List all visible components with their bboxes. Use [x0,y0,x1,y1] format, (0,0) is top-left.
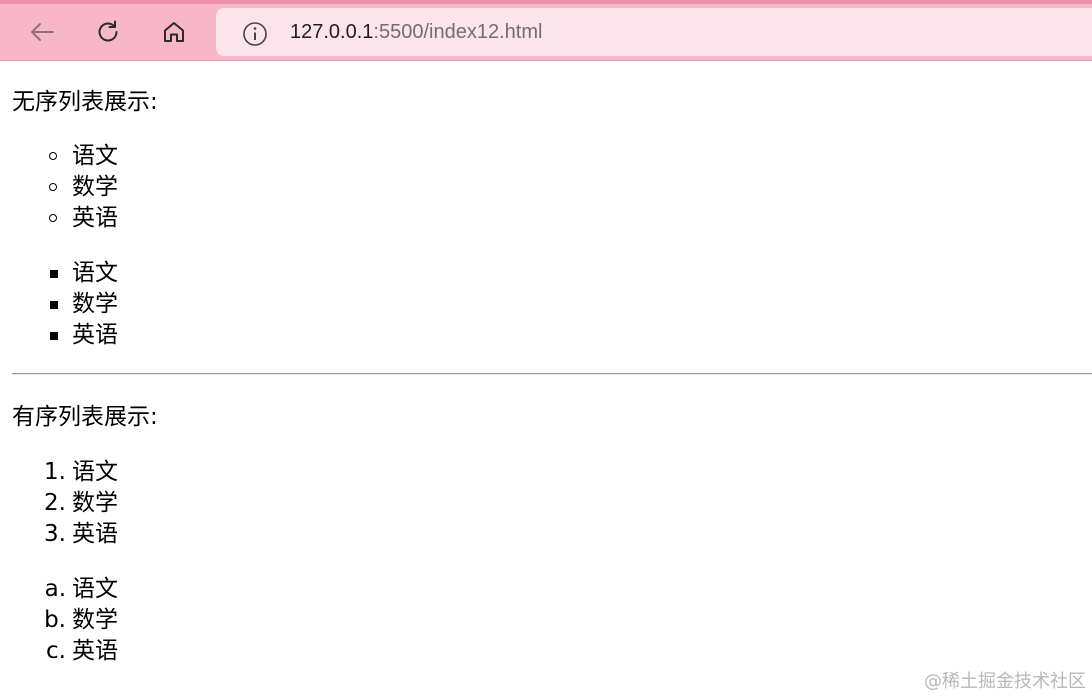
list-item-label: 英语 [72,322,118,348]
list-item: 3. 英语 [44,519,118,550]
list-number: 2. [44,490,66,516]
list-item: 语文 [50,258,118,289]
list-letter: b. [44,607,66,633]
page-content: 无序列表展示: 语文 数学 英语 语文 数学 英语 有序列表展示: 1. 语文 2… [0,61,1092,697]
url-text[interactable]: 127.0.0.1:5500/index12.html [290,21,542,43]
list-letter: a. [44,576,66,602]
numeric-ordered-list: 1. 语文 2. 数学 3. 英语 [44,457,118,550]
list-item-label: 英语 [72,205,118,231]
list-item: a. 语文 [45,574,118,605]
ordered-heading: 有序列表展示: [12,404,158,430]
list-item: 数学 [49,172,118,203]
list-item-label: 数学 [72,291,118,317]
list-item: b. 数学 [44,605,118,636]
home-icon [161,19,187,45]
list-item-label: 英语 [72,521,118,547]
list-item-label: 语文 [72,143,118,169]
browser-toolbar: 127.0.0.1:5500/index12.html [0,0,1092,61]
list-item-label: 英语 [72,638,118,664]
list-item: 语文 [49,141,118,172]
square-bullet [50,301,58,309]
back-arrow-icon [29,21,55,43]
horizontal-rule [12,373,1092,375]
list-item-label: 数学 [72,174,118,200]
url-host: 127.0.0.1 [290,21,374,43]
square-bullet [50,332,58,340]
list-letter: c. [46,638,66,664]
info-icon[interactable] [242,21,268,51]
list-item: 2. 数学 [44,488,118,519]
list-item-label: 语文 [72,260,118,286]
circle-list: 语文 数学 英语 [49,141,118,234]
watermark: @稀土掘金技术社区 [924,671,1086,692]
url-path: :5500/index12.html [373,21,543,43]
list-item-label: 语文 [72,576,118,602]
list-number: 3. [44,521,66,547]
list-item: 1. 语文 [44,457,118,488]
circle-bullet [49,183,57,191]
unordered-heading: 无序列表展示: [12,89,158,115]
list-item-label: 数学 [72,607,118,633]
circle-bullet [49,152,57,160]
list-item-label: 语文 [72,459,118,485]
list-item: 英语 [50,320,118,351]
back-button[interactable] [22,14,62,50]
list-item: 数学 [50,289,118,320]
reload-button[interactable] [88,14,128,50]
circle-bullet [49,214,57,222]
address-bar[interactable]: 127.0.0.1:5500/index12.html [216,8,1092,56]
reload-icon [95,19,121,45]
list-item-label: 数学 [72,490,118,516]
square-list: 语文 数学 英语 [50,258,118,351]
alpha-ordered-list: a. 语文 b. 数学 c. 英语 [44,574,118,667]
list-item: 英语 [49,203,118,234]
square-bullet [50,270,58,278]
home-button[interactable] [154,14,194,50]
list-item: c. 英语 [46,636,118,667]
list-number: 1. [44,459,66,485]
